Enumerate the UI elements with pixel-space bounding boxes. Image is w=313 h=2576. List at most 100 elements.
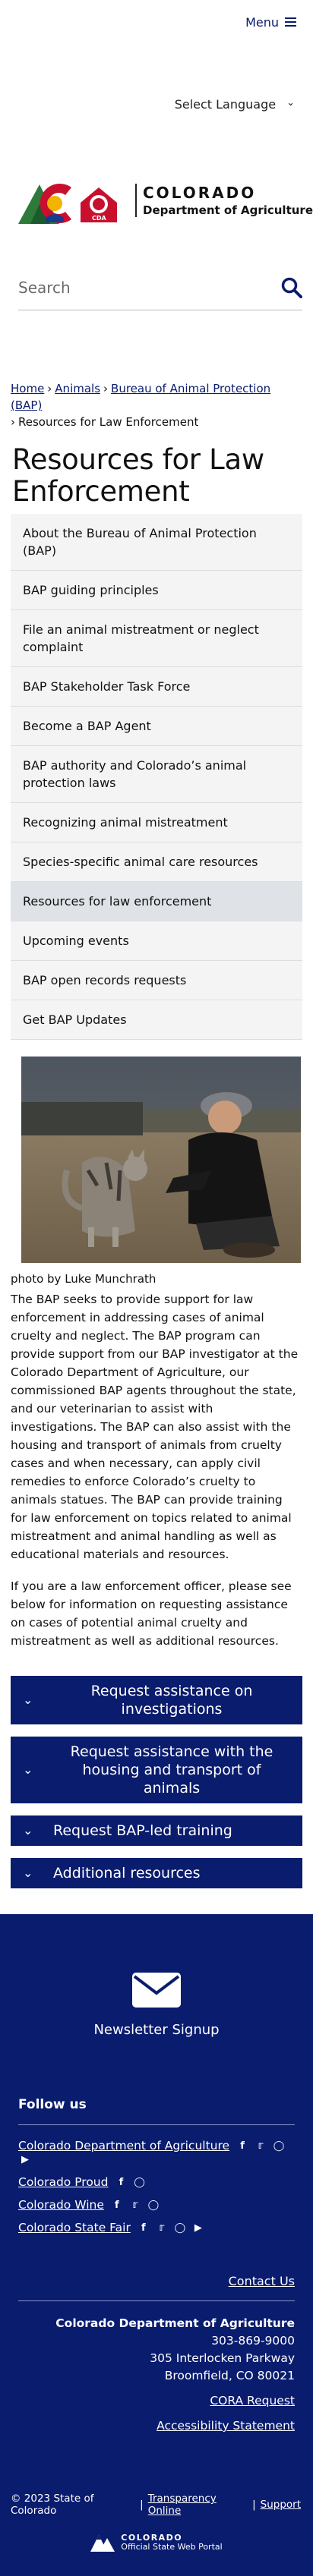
search-bar xyxy=(18,265,302,310)
address-block: Colorado Department of Agriculture 303-8… xyxy=(0,2301,313,2435)
chevron-down-icon: ⌄ xyxy=(23,1762,33,1777)
site-logo[interactable]: CDA COLORADO Department of Agriculture xyxy=(0,112,313,235)
accordion-additional-resources[interactable]: ⌄ Additional resources xyxy=(11,1858,302,1888)
separator: | xyxy=(136,2499,144,2511)
portal-wordmark: COLORADO Official State Web Portal xyxy=(121,2533,222,2552)
fair-link[interactable]: Colorado State Fair xyxy=(18,2221,131,2234)
instagram-icon[interactable]: ◯ xyxy=(132,2175,146,2189)
separator: | xyxy=(252,2499,256,2511)
street-address: 305 Interlocken Parkway xyxy=(150,2351,295,2365)
logo-wordmark: COLORADO Department of Agriculture xyxy=(135,184,313,217)
cda-link[interactable]: Colorado Department of Agriculture xyxy=(18,2139,229,2152)
subnav-item-about[interactable]: About the Bureau of Animal Protection (B… xyxy=(11,514,302,571)
support-link[interactable]: Support xyxy=(261,2499,301,2511)
chevron-down-icon: ⌄ xyxy=(286,97,295,109)
language-label: Select Language xyxy=(174,97,277,112)
twitter-icon[interactable]: 𝕣 xyxy=(128,2198,142,2212)
page-title: Resources for Law Enforcement xyxy=(12,443,264,508)
accordion-label: Request assistance with the housing and … xyxy=(70,1743,273,1797)
search-input[interactable] xyxy=(18,278,246,297)
facebook-icon[interactable]: f xyxy=(110,2198,124,2212)
menu-label: Menu xyxy=(245,14,279,30)
footer-bottom-bar: © 2023 State of Colorado | Transparency … xyxy=(0,2435,313,2517)
proud-link[interactable]: Colorado Proud xyxy=(18,2175,108,2189)
social-links: Colorado Department of Agriculture f 𝕣 ◯… xyxy=(0,2125,313,2234)
subnav-item-open-records[interactable]: BAP open records requests xyxy=(11,961,302,1000)
breadcrumb-animals[interactable]: Animals xyxy=(55,382,100,395)
accordion-label: Request BAP-led training xyxy=(53,1822,232,1839)
accordion-label: Additional resources xyxy=(53,1865,201,1882)
copyright: © 2023 State of Colorado xyxy=(11,2493,94,2517)
site-footer: Newsletter Signup Follow us Colorado Dep… xyxy=(0,1914,313,2576)
follow-heading: Follow us xyxy=(18,2097,87,2112)
facebook-icon[interactable]: f xyxy=(114,2175,128,2189)
breadcrumb-separator: › xyxy=(103,382,109,395)
facebook-icon[interactable]: f xyxy=(137,2221,150,2234)
photo-cat-and-person xyxy=(21,1057,301,1263)
wine-link[interactable]: Colorado Wine xyxy=(18,2198,104,2212)
subnav-item-authority-laws[interactable]: BAP authority and Colorado’s animal prot… xyxy=(11,746,302,803)
breadcrumb-separator: › xyxy=(11,415,15,429)
subnav-item-become-agent[interactable]: Become a BAP Agent xyxy=(11,707,302,746)
photo-caption: photo by Luke Munchrath xyxy=(11,1272,156,1286)
breadcrumb: Home › Animals › Bureau of Animal Protection… xyxy=(0,310,313,430)
newsletter-signup[interactable]: Newsletter Signup xyxy=(0,1914,313,2038)
logo-title: COLORADO xyxy=(143,184,257,202)
subnav-item-principles[interactable]: BAP guiding principles xyxy=(11,571,302,610)
subnav-item-task-force[interactable]: BAP Stakeholder Task Force xyxy=(11,667,302,707)
cda-logo-icon: CDA xyxy=(18,184,117,224)
accordion-investigations[interactable]: ⌄ Request assistance on investigations xyxy=(11,1676,302,1724)
subnav-item-law-enforcement[interactable]: Resources for law enforcement xyxy=(11,882,302,921)
social-row-wine: Colorado Wine f 𝕣 ◯ xyxy=(18,2198,295,2212)
subnav-item-species-care[interactable]: Species-specific animal care resources xyxy=(11,842,302,882)
portal-title: COLORADO xyxy=(121,2533,183,2543)
top-bar: Menu xyxy=(0,0,313,44)
breadcrumb-separator: › xyxy=(47,382,52,395)
chevron-down-icon: ⌄ xyxy=(23,1866,33,1880)
instagram-icon[interactable]: ◯ xyxy=(147,2198,160,2212)
social-row-proud: Colorado Proud f ◯ xyxy=(18,2175,295,2189)
subnav-item-events[interactable]: Upcoming events xyxy=(11,921,302,961)
facebook-icon[interactable]: f xyxy=(236,2139,249,2152)
logo-subtitle: Department of Agriculture xyxy=(143,203,313,217)
subnav-item-file-complaint[interactable]: File an animal mistreatment or neglect c… xyxy=(11,610,302,667)
section-nav: About the Bureau of Animal Protection (B… xyxy=(11,514,302,1040)
org-name: Colorado Department of Agriculture xyxy=(55,2316,295,2330)
chevron-down-icon: ⌄ xyxy=(23,1693,33,1707)
twitter-icon[interactable]: 𝕣 xyxy=(254,2139,267,2152)
contact-link[interactable]: Contact Us xyxy=(229,2274,295,2288)
language-selector[interactable]: Select Language ⌄ xyxy=(0,44,313,112)
youtube-icon[interactable]: ▶ xyxy=(18,2152,32,2166)
twitter-icon[interactable]: 𝕣 xyxy=(155,2221,169,2234)
colorado-mountains-icon xyxy=(90,2535,115,2552)
subnav-item-updates[interactable]: Get BAP Updates xyxy=(11,1000,302,1040)
accordion-label: Request assistance on investigations xyxy=(90,1683,253,1718)
breadcrumb-current: Resources for Law Enforcement xyxy=(18,415,199,429)
portal-subtitle: Official State Web Portal xyxy=(121,2542,223,2552)
newsletter-label: Newsletter Signup xyxy=(93,2022,220,2038)
youtube-icon[interactable]: ▶ xyxy=(191,2221,205,2234)
envelope-icon xyxy=(132,1973,181,2008)
accordion-housing-transport[interactable]: ⌄ Request assistance with the housing an… xyxy=(11,1737,302,1803)
accordion-group: ⌄ Request assistance on investigations ⌄… xyxy=(11,1676,302,1888)
subnav-item-recognizing[interactable]: Recognizing animal mistreatment xyxy=(11,803,302,842)
breadcrumb-home[interactable]: Home xyxy=(11,382,44,395)
phone-number[interactable]: 303-869-9000 xyxy=(18,2332,295,2350)
instagram-icon[interactable]: ◯ xyxy=(272,2139,286,2152)
transparency-link[interactable]: Transparency Online xyxy=(148,2493,248,2517)
chevron-down-icon: ⌄ xyxy=(23,1823,33,1838)
svg-text:CDA: CDA xyxy=(92,215,107,222)
social-row-fair: Colorado State Fair f 𝕣 ◯ ▶ xyxy=(18,2221,295,2234)
search-icon[interactable] xyxy=(281,277,302,298)
officer-paragraph: If you are a law enforcement officer, pl… xyxy=(11,1579,292,1648)
hamburger-icon xyxy=(285,15,296,29)
contact-section: Contact Us xyxy=(0,2244,313,2288)
accessibility-link[interactable]: Accessibility Statement xyxy=(18,2417,295,2435)
instagram-icon[interactable]: ◯ xyxy=(173,2221,187,2234)
menu-button[interactable]: Menu xyxy=(245,15,296,30)
accordion-training[interactable]: ⌄ Request BAP-led training xyxy=(11,1815,302,1846)
social-row-cda: Colorado Department of Agriculture f 𝕣 ◯… xyxy=(18,2139,295,2166)
cora-link[interactable]: CORA Request xyxy=(18,2392,295,2410)
intro-paragraph: The BAP seeks to provide support for law… xyxy=(11,1293,299,1561)
state-portal-logo[interactable]: COLORADO Official State Web Portal xyxy=(0,2532,313,2553)
